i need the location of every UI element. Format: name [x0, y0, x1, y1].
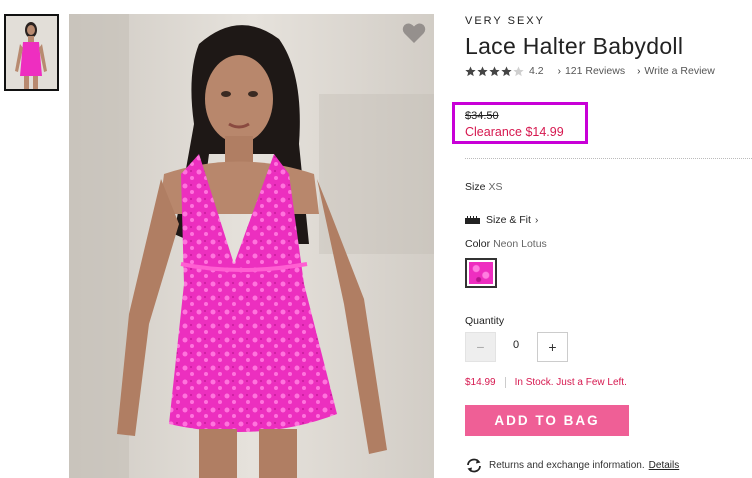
returns-info: Returns and exchange information. Detail… — [465, 458, 679, 473]
size-selector[interactable]: Size XS — [465, 181, 502, 193]
color-label: Color — [465, 238, 491, 250]
size-value: XS — [488, 181, 503, 193]
size-fit-link[interactable]: Size & Fit › — [465, 214, 542, 226]
main-product-image[interactable] — [69, 14, 434, 478]
reviews-link[interactable]: 121 Reviews — [565, 65, 625, 77]
thumbnail-1[interactable] — [4, 14, 59, 91]
star-full-icon — [489, 65, 500, 76]
clearance-price: Clearance $14.99 — [465, 125, 564, 139]
stock-price: $14.99 — [465, 377, 496, 388]
model-photo — [69, 14, 434, 478]
color-value: Neon Lotus — [493, 238, 547, 250]
ruler-icon — [465, 216, 480, 224]
star-partial-icon — [513, 65, 524, 76]
product-title: Lace Halter Babydoll — [465, 33, 684, 59]
rating-value: 4.2 — [529, 65, 544, 77]
size-fit-label: Size & Fit — [486, 214, 531, 226]
swatch-pattern — [469, 262, 493, 284]
chevron-right-icon: › — [557, 65, 561, 77]
quantity-label: Quantity — [465, 315, 505, 327]
star-full-icon — [465, 65, 476, 76]
star-full-icon — [501, 65, 512, 76]
quantity-decrease-button[interactable]: − — [465, 332, 496, 362]
quantity-increase-button[interactable]: + — [537, 332, 568, 362]
stock-separator — [504, 377, 506, 388]
brand-label: VERY SEXY — [465, 15, 545, 27]
chevron-right-icon: › — [637, 65, 641, 77]
returns-text: Returns and exchange information. — [489, 460, 645, 471]
star-full-icon — [477, 65, 488, 76]
quantity-value[interactable]: 0 — [506, 339, 526, 351]
chevron-right-icon: › — [534, 214, 539, 226]
stock-row: $14.99 In Stock. Just a Few Left. — [465, 377, 627, 388]
exchange-arrows-icon — [467, 458, 481, 473]
add-to-bag-button[interactable]: ADD TO BAG — [465, 405, 629, 436]
stock-status: In Stock. Just a Few Left. — [514, 377, 627, 388]
original-price: $34.50 — [465, 110, 499, 122]
star-rating — [465, 65, 525, 77]
divider — [465, 158, 752, 159]
write-review-link[interactable]: Write a Review — [644, 65, 714, 77]
heart-icon[interactable] — [402, 22, 426, 44]
size-label: Size — [465, 181, 486, 193]
rating-row: 4.2 › 121 Reviews › Write a Review — [465, 65, 727, 77]
color-selector: Color Neon Lotus — [465, 238, 547, 250]
returns-details-link[interactable]: Details — [649, 460, 680, 471]
color-swatch-neon-lotus[interactable] — [465, 258, 497, 288]
thumbnail-model-image — [6, 16, 57, 89]
